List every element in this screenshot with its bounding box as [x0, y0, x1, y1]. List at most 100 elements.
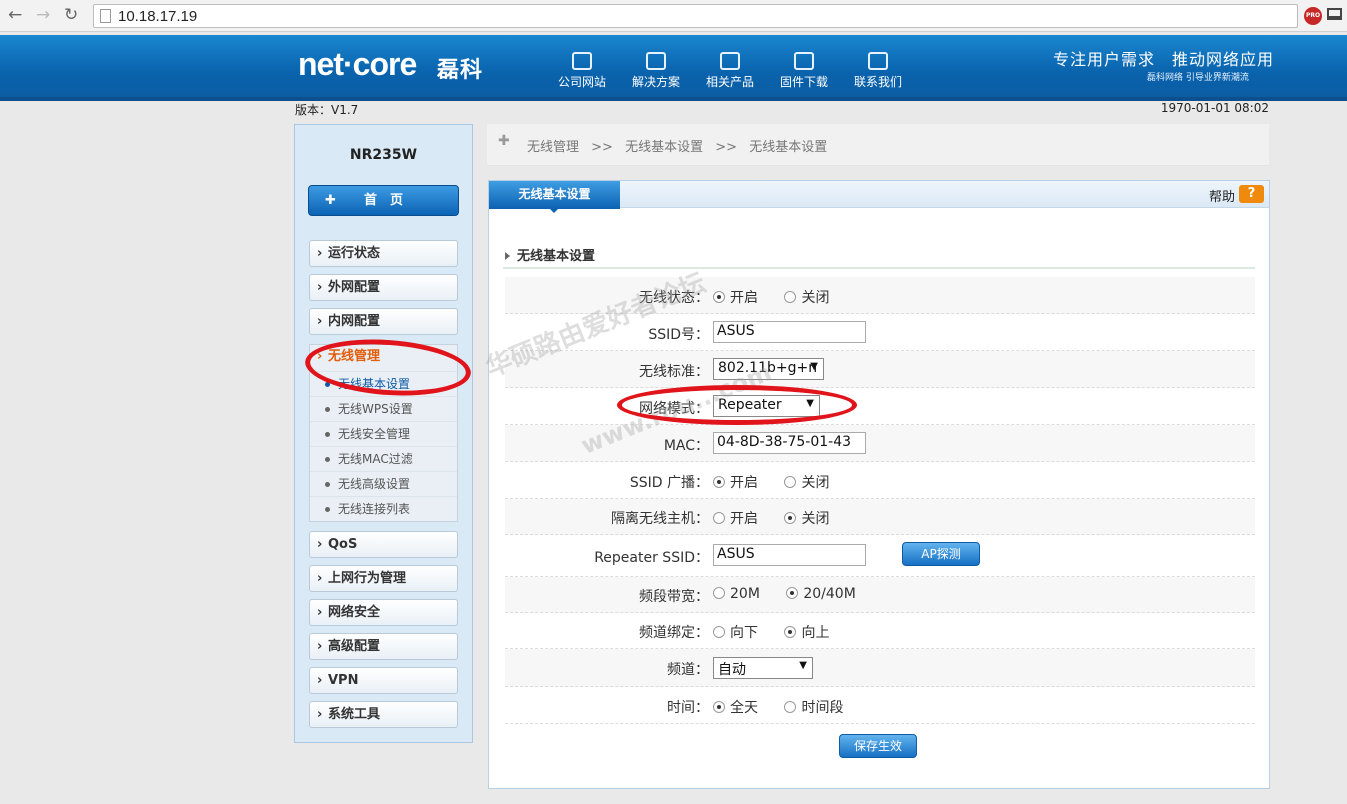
menu-system-tools[interactable]: › 系统工具 [309, 701, 458, 728]
nav-products[interactable]: 相关产品 [700, 52, 760, 90]
device-model: NR235W [349, 147, 418, 163]
save-button[interactable]: 保存生效 [839, 734, 917, 758]
logo-cn: 磊科 [437, 58, 484, 83]
forward-icon[interactable]: → [36, 6, 50, 24]
submenu-wireless-mac-filter[interactable]: 无线MAC过滤 [310, 446, 457, 471]
breadcrumb-separator: >> [591, 140, 613, 155]
nav-company-site[interactable]: 公司网站 [552, 52, 612, 90]
router-icon [720, 52, 740, 70]
breadcrumb-item: 无线管理 [527, 140, 580, 155]
chevron-right-icon: › [317, 246, 323, 261]
radio-wireless-off[interactable]: 关闭 [784, 287, 829, 307]
bullet-icon [325, 457, 330, 462]
menu-lan-config[interactable]: › 内网配置 [309, 308, 458, 335]
home-button[interactable]: ✚ 首 页 [308, 185, 459, 216]
radio-icon [784, 291, 797, 303]
radio-isolation-off[interactable]: 关闭 [784, 508, 829, 528]
page-icon [100, 9, 111, 23]
submenu-wireless-security[interactable]: 无线安全管理 [310, 421, 457, 446]
radio-bandwidth-20m[interactable]: 20M [713, 586, 760, 602]
radio-label: 关闭 [801, 511, 830, 527]
nav-contact[interactable]: 联系我们 [848, 52, 908, 90]
menu-run-status[interactable]: › 运行状态 [309, 240, 458, 267]
panel-header: 无线基本设置 帮助 ? [489, 181, 1269, 213]
radio-icon [784, 476, 797, 488]
radio-label: 开启 [730, 511, 758, 527]
menu-advanced[interactable]: › 高级配置 [309, 633, 458, 660]
radio-bind-down[interactable]: 向下 [713, 622, 758, 642]
menu-wan-config[interactable]: › 外网配置 [309, 274, 458, 301]
ap-scan-button[interactable]: AP探测 [902, 542, 980, 566]
field-label: Repeater SSID： [594, 550, 709, 566]
sidebar: NR235W ✚ 首 页 › 运行状态 › 外网配置 › 内网配置 › 无线管理 无线基… [294, 124, 473, 743]
radio-time-allday[interactable]: 全天 [713, 697, 758, 717]
submenu-wireless-advanced[interactable]: 无线高级设置 [310, 471, 457, 496]
repeater-ssid-input[interactable]: ASUS [713, 544, 866, 566]
section-title: 无线基本设置 [505, 245, 595, 264]
radio-bind-up[interactable]: 向上 [784, 622, 829, 642]
channel-select[interactable]: 自动 ▼ [713, 657, 813, 679]
radio-time-period[interactable]: 时间段 [784, 697, 843, 717]
annotation-ellipse-mode [617, 385, 857, 425]
tab-wireless-basic[interactable]: 无线基本设置 [489, 181, 620, 213]
radio-broadcast-off[interactable]: 关闭 [784, 472, 829, 492]
nav-firmware[interactable]: 固件下载 [774, 52, 834, 90]
radio-label: 开启 [730, 290, 758, 306]
triangle-icon [505, 252, 514, 260]
bullet-icon [325, 407, 330, 412]
chevron-right-icon: › [317, 673, 323, 688]
extension-icon[interactable]: PRO [1304, 7, 1322, 25]
address-bar[interactable]: 10.18.17.19 [93, 4, 1298, 28]
select-value: 自动 [718, 662, 746, 678]
row-time: 时间： 全天 时间段 [505, 687, 1255, 724]
row-channel: 频道： 自动 ▼ [505, 649, 1255, 687]
menu-label: 运行状态 [328, 246, 381, 261]
chevron-right-icon: › [317, 571, 323, 586]
radio-bandwidth-20-40m[interactable]: 20/40M [786, 586, 856, 602]
system-datetime: 1970-01-01 08:02 [1160, 101, 1269, 115]
menu-label: 高级配置 [328, 639, 381, 654]
chevron-right-icon: › [317, 314, 323, 329]
menu-label: QoS [328, 537, 358, 552]
nav-solutions[interactable]: 解决方案 [626, 52, 686, 90]
menu-vpn[interactable]: › VPN [309, 667, 458, 694]
field-label: 隔离无线主机： [611, 511, 709, 527]
home-label: 首 页 [363, 193, 403, 208]
menu-label: 系统工具 [328, 707, 381, 722]
reload-icon[interactable]: ↻ [64, 6, 78, 24]
submenu-label: 无线连接列表 [338, 502, 411, 516]
field-label: 频道： [667, 662, 709, 678]
row-ssid-broadcast: SSID 广播： 开启 关闭 [505, 462, 1255, 499]
menu-qos[interactable]: › QoS [309, 531, 458, 558]
submenu-label: 无线安全管理 [338, 427, 411, 441]
browser-menu-icon[interactable] [1327, 8, 1342, 20]
header-divider [0, 97, 1347, 101]
nav-label: 联系我们 [853, 75, 902, 89]
menu-label: 外网配置 [328, 280, 381, 295]
slogan: 专注用户需求 推动网络应用 [1053, 50, 1275, 69]
menu-behavior-mgmt[interactable]: › 上网行为管理 [309, 565, 458, 592]
download-icon [794, 52, 814, 70]
breadcrumb-item: 无线基本设置 [749, 140, 828, 155]
radio-broadcast-on[interactable]: 开启 [713, 472, 758, 492]
submenu-label: 无线WPS设置 [338, 402, 413, 416]
back-icon[interactable]: ← [8, 6, 22, 24]
menu-network-security[interactable]: › 网络安全 [309, 599, 458, 626]
radio-wireless-on[interactable]: 开启 [713, 287, 758, 307]
help-icon[interactable]: ? [1239, 185, 1264, 203]
radio-icon [713, 701, 725, 713]
radio-label: 向上 [801, 625, 830, 641]
help-link[interactable]: 帮助 [1209, 186, 1235, 205]
caret-down-icon: ▼ [799, 660, 807, 671]
field-label: 频段带宽： [639, 589, 709, 605]
mac-input[interactable]: 04-8D-38-75-01-43 [713, 432, 866, 454]
submenu-wireless-clients[interactable]: 无线连接列表 [310, 496, 457, 521]
radio-icon [713, 512, 725, 524]
ssid-input[interactable]: ASUS [713, 321, 866, 343]
radio-isolation-on[interactable]: 开启 [713, 508, 758, 528]
browser-toolbar: ← → ↻ 10.18.17.19 PRO [0, 0, 1347, 32]
submenu-wireless-wps[interactable]: 无线WPS设置 [310, 396, 457, 421]
radio-label: 全天 [730, 700, 758, 716]
chat-icon [868, 52, 888, 70]
url-text[interactable]: 10.18.17.19 [118, 8, 197, 25]
